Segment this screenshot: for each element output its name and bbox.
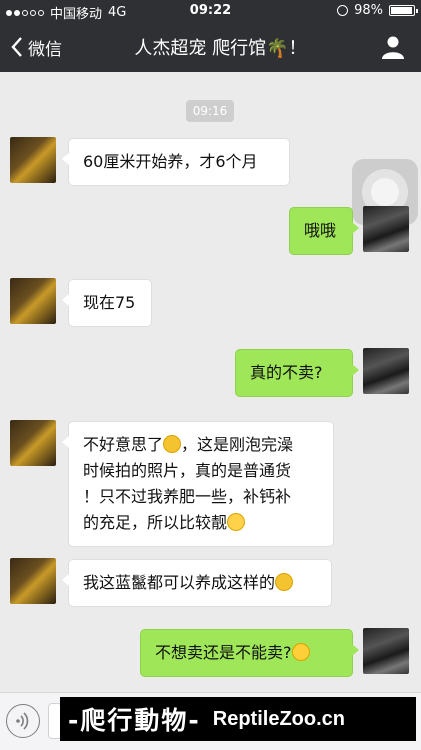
contact-avatar[interactable] [10, 137, 56, 183]
message-text: ，这是刚泡完澡 [181, 435, 294, 454]
message-bubble-outgoing[interactable]: 不想卖还是不能卖? [140, 629, 359, 677]
message-text: 我这蓝鬣都可以养成这样的 [83, 573, 276, 592]
status-right: 98% [337, 3, 418, 18]
message-bubble-incoming[interactable]: 不好意思了 ，这是刚泡完澡 时候拍的照片，真的是普通货 ！只不过我养肥一些，补钙补… [62, 421, 334, 547]
message-text: 不好意思了 [83, 435, 164, 454]
chevron-left-icon [11, 37, 22, 57]
contact-avatar[interactable] [10, 420, 56, 466]
voice-icon [16, 712, 29, 730]
message-bubble-incoming[interactable]: 我这蓝鬣都可以养成这样的 [62, 559, 332, 607]
contact-avatar[interactable] [10, 558, 56, 604]
watermark-banner: -爬行動物- ReptileZoo.cn [60, 697, 416, 741]
my-avatar[interactable] [363, 348, 409, 394]
smile-emoji-icon [275, 573, 294, 591]
message-text: 60厘米开始养，才6个月 [83, 152, 258, 171]
watermark-cn: -爬行動物- [68, 706, 201, 735]
message-text: 哦哦 [304, 221, 337, 240]
message-text: 的充足，所以比较靓 [83, 513, 228, 532]
my-avatar[interactable] [363, 206, 409, 252]
message-bubble-incoming[interactable]: 现在75 [62, 279, 152, 327]
message-bubble-incoming[interactable]: 60厘米开始养，才6个月 [62, 138, 290, 186]
grin-emoji-icon [227, 513, 246, 531]
message-text: 现在75 [83, 293, 136, 312]
nav-bar: 微信 人杰超宠 爬行馆🌴！ [0, 22, 421, 72]
chat-title: 人杰超宠 爬行馆🌴！ [134, 38, 307, 59]
input-bar: -爬行動物- ReptileZoo.cn [0, 692, 421, 750]
message-text: 不想卖还是不能卖? [155, 643, 292, 662]
my-avatar[interactable] [363, 628, 409, 674]
timestamp-chip: 09:16 [186, 100, 234, 122]
chat-area[interactable]: 09:16 60厘米开始养，才6个月 哦哦 现在75 真的不卖? 不好意思了 ，这… [0, 72, 421, 692]
message-text: 时候拍的照片，真的是普通货 [83, 461, 292, 480]
back-label: 微信 [28, 39, 62, 60]
battery-percent: 98% [354, 3, 383, 18]
laugh-cry-emoji-icon [291, 643, 310, 661]
rotation-lock-icon [337, 5, 349, 16]
message-bubble-outgoing[interactable]: 哦哦 [289, 207, 359, 255]
person-icon[interactable] [381, 35, 405, 59]
message-text: ！只不过我养肥一些，补钙补 [83, 487, 292, 506]
watermark-en: ReptileZoo.cn [212, 707, 345, 730]
status-bar: 中国移动 4G 09:22 98% [0, 0, 421, 22]
battery-icon [389, 5, 418, 16]
back-button[interactable]: 微信 [10, 22, 62, 72]
voice-input-button[interactable] [6, 704, 40, 738]
message-text: 真的不卖? [250, 363, 323, 382]
contact-avatar[interactable] [10, 278, 56, 324]
message-bubble-outgoing[interactable]: 真的不卖? [235, 349, 359, 397]
smile-emoji-icon [163, 435, 182, 453]
